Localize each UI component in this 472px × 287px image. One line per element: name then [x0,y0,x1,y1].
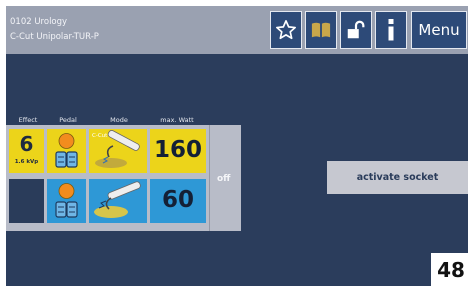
star-icon [276,20,296,40]
footswitch-icon [55,133,78,168]
mode-title: C-Cut Unipolar-TUR-P [10,32,99,42]
menu-button[interactable]: Menu [411,11,467,49]
socket-settings-panel: 6 1.6 kVp C-Cut 160 60 [6,125,241,231]
effect-value: 6 [19,132,34,156]
max-watt-cell[interactable]: 160 [150,129,206,173]
page-number: 48 [431,253,471,286]
pedal-setting-cell[interactable] [47,129,86,173]
info-icon [388,19,394,41]
mode-setting-cell[interactable]: C-Cut [89,129,147,173]
coagulation-loop-icon [94,181,141,218]
library-button[interactable] [305,11,337,49]
effect-setting-cell[interactable]: 6 1.6 kVp [9,129,44,173]
panel-divider [209,125,210,231]
column-label-pedal: Pedal [59,116,77,124]
header-bar: 0102 Urology C-Cut Unipolar-TUR-P Menu [6,6,468,54]
column-label-max-watt: max. Watt [160,116,194,124]
resection-loop-icon: C-Cut [92,130,140,168]
max-watt-value: 160 [153,137,202,163]
mode-badge: C-Cut [92,133,108,139]
socket-status: off [217,174,231,184]
favorite-button[interactable] [270,11,302,49]
info-button[interactable] [375,11,407,49]
book-icon [311,22,331,38]
program-title: 0102 Urology [10,17,68,27]
unlock-icon [347,20,365,39]
effect-voltage: 1.6 kVp [14,159,39,165]
pedal-setting-cell[interactable] [47,179,86,223]
lock-button[interactable] [340,11,372,49]
activate-socket-button[interactable]: activate socket [327,161,468,194]
footswitch-icon [55,183,78,218]
effect-setting-cell-empty[interactable] [9,179,44,223]
column-label-mode: Mode [110,116,128,124]
mode-setting-cell[interactable] [89,179,147,223]
column-label-effect: Effect [18,116,38,124]
max-watt-cell[interactable]: 60 [150,179,206,223]
max-watt-value: 60 [161,187,194,213]
device-screen: 0102 Urology C-Cut Unipolar-TUR-P Menu E… [6,6,468,286]
